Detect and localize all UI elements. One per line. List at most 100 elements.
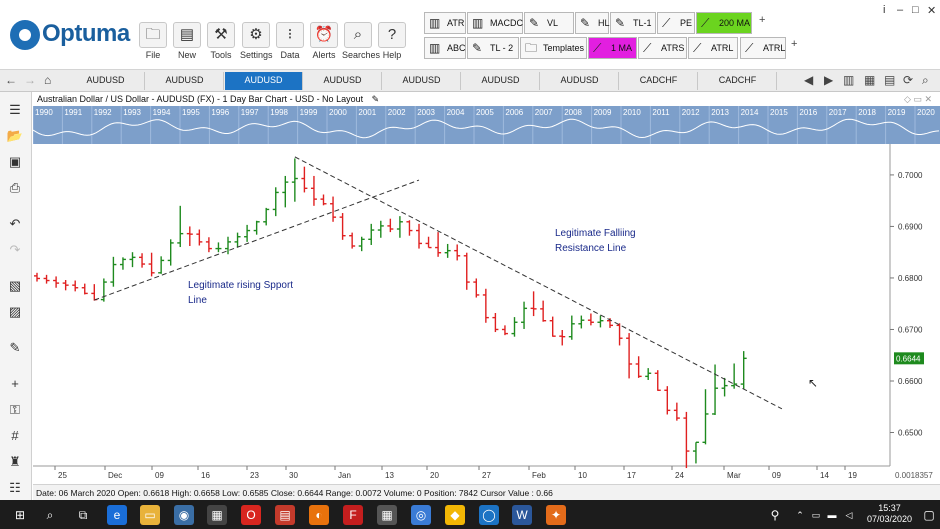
ohlc-bar bbox=[463, 252, 470, 290]
tool-templates-button[interactable]: 🗀 Templates bbox=[520, 37, 587, 59]
tab-scroll-right-icon[interactable]: ▶ bbox=[824, 73, 833, 87]
chrome-icon[interactable]: ◎ bbox=[411, 505, 431, 525]
minimize-icon[interactable]: – bbox=[897, 4, 903, 16]
price-chart[interactable]: 0.7000 0.6900 0.6800 0.6700 0.6600 0.6500 25 De… bbox=[33, 144, 940, 484]
workspace-icon[interactable]: ▤ bbox=[884, 73, 895, 87]
x-tick-label: 17 bbox=[627, 471, 636, 480]
clipboard-icon[interactable]: ▨ bbox=[5, 302, 25, 322]
image-icon[interactable]: ▧ bbox=[5, 276, 25, 296]
ribbon-alerts-button[interactable]: ⏰ Alerts bbox=[308, 22, 340, 66]
question-icon: ? bbox=[378, 22, 406, 48]
trendline-resistance[interactable] bbox=[294, 156, 783, 410]
tool-abc-button[interactable]: ▥ ABC bbox=[424, 37, 466, 59]
taskbar-clock[interactable]: 15:37 07/03/2020 bbox=[867, 503, 912, 525]
ribbon-settings-button[interactable]: ⚙ Settings bbox=[240, 22, 273, 66]
annotation-text[interactable]: Resistance Line bbox=[555, 243, 627, 254]
word-icon[interactable]: W bbox=[512, 505, 532, 525]
list-icon[interactable]: ☰ bbox=[5, 100, 25, 120]
annotation-text[interactable]: Line bbox=[188, 295, 207, 306]
notes-icon[interactable]: ☷ bbox=[5, 478, 25, 498]
search-icon[interactable]: ⌕ bbox=[922, 73, 929, 88]
taskbar-search-icon[interactable]: ⌕ bbox=[40, 505, 60, 525]
wrench-icon[interactable]: ✎ bbox=[5, 338, 25, 358]
home-icon[interactable]: ⌂ bbox=[44, 73, 51, 87]
undo-icon[interactable]: ↶ bbox=[5, 214, 25, 234]
fx-pro-icon[interactable]: F bbox=[343, 505, 363, 525]
back-arrow-icon[interactable]: ← bbox=[5, 73, 17, 87]
crosshair-icon[interactable]: + bbox=[5, 374, 25, 394]
overview-year-label: 2013 bbox=[711, 108, 729, 117]
overview-year-label: 2002 bbox=[388, 108, 406, 117]
chart-tab-bar: ← → ⌂ AUDUSD AUDUSD AUDUSD AUDUSD AUDUSD AUDU… bbox=[0, 70, 940, 92]
app-icon-3[interactable]: ◆ bbox=[445, 505, 465, 525]
tab-cadchf[interactable]: CADCHF bbox=[699, 72, 777, 90]
redo-icon[interactable]: ↷ bbox=[5, 240, 25, 260]
windows-start-icon[interactable]: ⊞ bbox=[10, 505, 30, 525]
task-view-icon[interactable]: ⧉ bbox=[73, 505, 93, 525]
tab-audusd[interactable]: AUDUSD bbox=[225, 72, 303, 90]
tool-macdc-button[interactable]: ▥ MACDC bbox=[467, 12, 523, 34]
overview-year-label: 2011 bbox=[652, 108, 670, 117]
edge-browser-icon[interactable]: e bbox=[107, 505, 127, 525]
tab-scroll-left-icon[interactable]: ◀ bbox=[804, 73, 813, 87]
ribbon-searches-button[interactable]: ⌕ Searches bbox=[342, 22, 380, 66]
ribbon-file-button[interactable]: 🗀 File bbox=[137, 22, 169, 66]
tab-audusd[interactable]: AUDUSD bbox=[146, 72, 224, 90]
tool-atr-button[interactable]: ▥ ATR bbox=[424, 12, 466, 34]
notifications-icon[interactable]: ▢ bbox=[919, 505, 939, 525]
tool-tl-1-button[interactable]: ✎ TL-1 bbox=[610, 12, 656, 34]
add-tool-icon[interactable]: + bbox=[759, 14, 765, 26]
tool-pe-button[interactable]: ⟋ PE bbox=[657, 12, 695, 34]
tool-hl-button[interactable]: ✎ HL bbox=[575, 12, 610, 34]
file-explorer-icon[interactable]: ▭ bbox=[140, 505, 160, 525]
store-icon[interactable]: ▦ bbox=[207, 505, 227, 525]
open-folder-icon[interactable]: 📂 bbox=[5, 126, 25, 146]
tab-audusd[interactable]: AUDUSD bbox=[383, 72, 461, 90]
tab-audusd[interactable]: AUDUSD bbox=[541, 72, 619, 90]
maximize-icon[interactable]: □ bbox=[912, 4, 919, 16]
app-icon-2[interactable]: ▤ bbox=[275, 505, 295, 525]
refresh-icon[interactable]: ⟳ bbox=[903, 73, 913, 87]
app-icon-4[interactable]: ✦ bbox=[546, 505, 566, 525]
lock-icon[interactable]: ⚿ bbox=[5, 400, 25, 420]
forward-arrow-icon[interactable]: → bbox=[24, 73, 36, 87]
optuma-taskbar-icon[interactable]: ◯ bbox=[479, 505, 499, 525]
x-tick-label: 09 bbox=[772, 471, 781, 480]
edit-pencil-icon[interactable]: ✎ bbox=[372, 94, 380, 104]
add-tool-icon-2[interactable]: + bbox=[791, 38, 797, 50]
info-icon[interactable]: i bbox=[883, 4, 885, 16]
ribbon-data-button[interactable]: ⁝ Data bbox=[274, 22, 306, 66]
chart-window-controls[interactable]: ◇ ▭ ✕ bbox=[904, 92, 932, 106]
ribbon-tools-button[interactable]: ⚒ Tools bbox=[205, 22, 237, 66]
app-icon-1[interactable]: ◉ bbox=[174, 505, 194, 525]
tab-audusd[interactable]: AUDUSD bbox=[462, 72, 540, 90]
tool-vl-button[interactable]: ✎ VL bbox=[524, 12, 574, 34]
annotation-text[interactable]: Legitimate rising Spport bbox=[188, 280, 293, 291]
overview-strip[interactable]: 1990 1991 1992 1993 1994 1995 1996 1997 1998 1999… bbox=[33, 106, 940, 144]
people-icon[interactable]: ⚲ bbox=[765, 505, 785, 525]
education-icon[interactable]: ♜ bbox=[5, 452, 25, 472]
tool-atrl-button[interactable]: ⟋ ATRL bbox=[688, 37, 738, 59]
annotation-text[interactable]: Legitimate Falliing bbox=[555, 228, 636, 239]
ribbon-label: Settings bbox=[240, 50, 273, 60]
firefox-icon[interactable]: ◐ bbox=[309, 505, 329, 525]
tool-atrs-button[interactable]: ⟋ ATRS bbox=[638, 37, 687, 59]
opera-icon[interactable]: O bbox=[241, 505, 261, 525]
ribbon-new-button[interactable]: ▤ New bbox=[171, 22, 203, 66]
tab-audusd[interactable]: AUDUSD bbox=[67, 72, 145, 90]
grid-icon[interactable]: ▦ bbox=[864, 73, 875, 87]
tool-200-ma-button[interactable]: ⟋ 200 MA bbox=[696, 12, 752, 34]
tool-1-ma-button[interactable]: ⟋ 1 MA bbox=[588, 37, 637, 59]
layout-icon[interactable]: ▥ bbox=[843, 73, 854, 87]
print-icon[interactable]: ⎙ bbox=[5, 178, 25, 198]
save-icon[interactable]: ▣ bbox=[5, 152, 25, 172]
close-icon[interactable]: ✕ bbox=[927, 4, 936, 17]
tab-cadchf[interactable]: CADCHF bbox=[620, 72, 698, 90]
tool-atrl-button[interactable]: ⟋ ATRL bbox=[740, 37, 786, 59]
grid-lines-icon[interactable]: # bbox=[5, 426, 25, 446]
tool-tl---2-button[interactable]: ✎ TL - 2 bbox=[467, 37, 519, 59]
tab-audusd[interactable]: AUDUSD bbox=[304, 72, 382, 90]
volume-icon[interactable]: ◁ bbox=[839, 505, 859, 525]
ribbon-help-button[interactable]: ? Help bbox=[376, 22, 408, 66]
calculator-icon[interactable]: ▦ bbox=[377, 505, 397, 525]
